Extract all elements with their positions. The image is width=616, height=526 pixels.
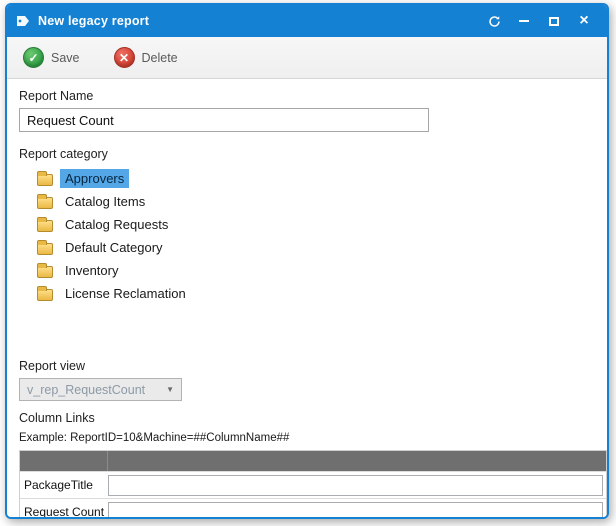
report-view-label: Report view [19, 359, 595, 373]
save-button[interactable]: ✓ Save [19, 44, 84, 71]
minimize-icon [519, 20, 529, 22]
folder-icon [37, 289, 53, 301]
minimize-button[interactable] [511, 10, 537, 32]
report-view-select[interactable]: v_rep_RequestCount ▼ [19, 378, 182, 401]
report-view-selected-value: v_rep_RequestCount [27, 383, 145, 397]
report-name-label: Report Name [19, 89, 595, 103]
folder-icon [37, 220, 53, 232]
maximize-icon [549, 17, 559, 26]
tree-item-license-reclamation[interactable]: License Reclamation [37, 282, 197, 305]
tree-item-label: Approvers [60, 169, 129, 188]
tree-item-label: Default Category [60, 238, 168, 257]
folder-icon [37, 197, 53, 209]
folder-icon [37, 243, 53, 255]
row-label: PackageTitle [20, 478, 108, 492]
row-label: Request Count [20, 505, 108, 519]
delete-x-icon: ✕ [114, 47, 135, 68]
column-links-table: PackageTitle Request Count [19, 450, 607, 519]
tree-item-catalog-items[interactable]: Catalog Items [37, 190, 156, 213]
table-row-packagetitle: PackageTitle [20, 471, 606, 498]
request-count-input[interactable] [108, 502, 603, 520]
tree-item-approvers[interactable]: Approvers [37, 167, 135, 190]
folder-icon [37, 174, 53, 186]
report-category-label: Report category [19, 147, 595, 161]
report-icon [15, 13, 31, 29]
header-cell-label [20, 451, 108, 471]
maximize-button[interactable] [541, 10, 567, 32]
window-new-legacy-report: New legacy report × ✓ Save ✕ Delete Repo… [5, 3, 609, 519]
form-content: Report Name Report category Approvers Ca… [7, 79, 607, 519]
tree-item-catalog-requests[interactable]: Catalog Requests [37, 213, 179, 236]
refresh-icon [488, 15, 501, 28]
close-icon: × [579, 13, 588, 29]
close-button[interactable]: × [571, 10, 597, 32]
tree-item-default-category[interactable]: Default Category [37, 236, 174, 259]
delete-button-label: Delete [142, 51, 178, 65]
report-name-input[interactable] [19, 108, 429, 132]
folder-icon [37, 266, 53, 278]
tree-item-inventory[interactable]: Inventory [37, 259, 129, 282]
column-links-example: Example: ReportID=10&Machine=##ColumnNam… [19, 432, 595, 444]
save-check-icon: ✓ [23, 47, 44, 68]
titlebar: New legacy report × [7, 5, 607, 37]
window-title: New legacy report [38, 14, 149, 28]
delete-button[interactable]: ✕ Delete [110, 44, 182, 71]
packagetitle-input[interactable] [108, 475, 603, 496]
table-row-request-count: Request Count [20, 498, 606, 519]
refresh-button[interactable] [481, 10, 507, 32]
chevron-down-icon: ▼ [166, 385, 174, 394]
save-button-label: Save [51, 51, 80, 65]
report-category-tree: Approvers Catalog Items Catalog Requests… [37, 167, 595, 305]
tree-item-label: Catalog Requests [60, 215, 173, 234]
column-links-label: Column Links [19, 411, 595, 425]
toolbar: ✓ Save ✕ Delete [7, 37, 607, 79]
tree-item-label: Inventory [60, 261, 123, 280]
header-cell-value [108, 451, 606, 471]
tree-item-label: Catalog Items [60, 192, 150, 211]
tree-item-label: License Reclamation [60, 284, 191, 303]
column-links-table-header [20, 451, 606, 471]
